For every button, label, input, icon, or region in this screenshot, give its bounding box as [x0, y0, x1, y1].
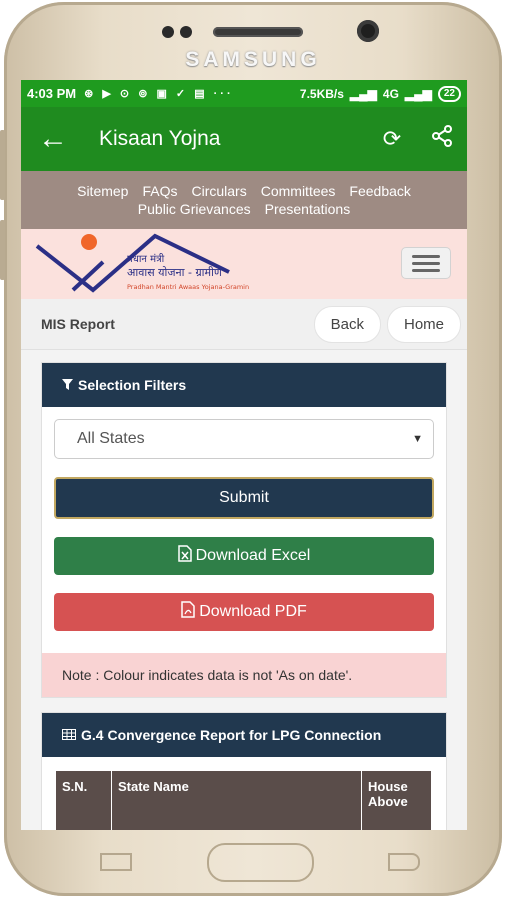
submit-button[interactable]: Submit [54, 477, 434, 519]
logo-text-hindi-2: आवास योजना - ग्रामीण [127, 266, 223, 279]
link-committees[interactable]: Committees [261, 183, 336, 199]
state-select-value: All States [77, 430, 145, 447]
volume-down-button [0, 220, 5, 280]
share-icon[interactable] [417, 125, 467, 153]
home-key[interactable] [207, 843, 314, 882]
report-header-label: G.4 Convergence Report for LPG Connectio… [81, 727, 382, 743]
pdf-file-icon [181, 601, 195, 623]
link-faqs[interactable]: FAQs [142, 183, 177, 199]
recent-apps-key[interactable] [100, 853, 132, 871]
back-arrow-icon[interactable]: ← [21, 124, 85, 154]
earpiece-speaker [213, 27, 303, 37]
download-excel-button[interactable]: Download Excel [54, 537, 434, 575]
network-speed: 7.5KB/s [299, 86, 344, 101]
back-key[interactable] [388, 853, 420, 871]
signal-icon: ▂▄▆ [349, 86, 377, 101]
signal-icon: ▂▄▆ [404, 86, 432, 101]
report-table-header: S.N. State Name House Above [56, 771, 432, 830]
refresh-icon[interactable]: ⟳ [367, 126, 417, 152]
notification-icons: ⊛ ▶ ⊙ ⊚ ▣ ✓ ▤ ··· [84, 88, 234, 100]
report-card: G.4 Convergence Report for LPG Connectio… [41, 712, 447, 830]
device-brand: SAMSUNG [185, 48, 321, 71]
filter-icon [62, 377, 73, 393]
network-type: 4G [382, 86, 399, 101]
status-bar: 4:03 PM ⊛ ▶ ⊙ ⊚ ▣ ✓ ▤ ··· 7.5KB/s ▂▄▆ 4G… [21, 80, 467, 107]
sensor-dot [162, 26, 174, 38]
table-icon [62, 727, 76, 743]
column-header: State Name [112, 771, 362, 830]
selection-filters-card: Selection Filters All States ▼ Submit Do… [41, 362, 447, 698]
battery-icon: 22 [437, 85, 461, 102]
download-pdf-button[interactable]: Download PDF [54, 593, 434, 631]
volume-button [0, 130, 5, 200]
link-presentations[interactable]: Presentations [265, 201, 351, 217]
download-excel-label: Download Excel [195, 547, 311, 564]
logo-text-english: Pradhan Mantri Awaas Yojana-Gramin [127, 283, 249, 291]
app-bar: ← Kisaan Yojna ⟳ [21, 107, 467, 171]
note-banner: Note : Colour indicates data is not 'As … [42, 653, 446, 697]
front-camera [357, 20, 379, 42]
link-circulars[interactable]: Circulars [191, 183, 246, 199]
column-header: House Above [362, 771, 432, 830]
phone-screen: 4:03 PM ⊛ ▶ ⊙ ⊚ ▣ ✓ ▤ ··· 7.5KB/s ▂▄▆ 4G… [21, 80, 467, 830]
link-feedback[interactable]: Feedback [349, 183, 410, 199]
logo-bar: प्रधान मंत्री आवास योजना - ग्रामीण Pradh… [21, 229, 467, 299]
home-button[interactable]: Home [386, 305, 461, 343]
pmay-logo: प्रधान मंत्री आवास योजना - ग्रामीण Pradh… [35, 233, 249, 293]
state-select[interactable]: All States ▼ [54, 419, 434, 459]
sensor-dot [180, 26, 192, 38]
download-pdf-label: Download PDF [199, 603, 307, 620]
caret-down-icon: ▼ [412, 433, 423, 445]
filters-header: Selection Filters [42, 363, 446, 407]
status-time: 4:03 PM [27, 86, 77, 101]
report-header: G.4 Convergence Report for LPG Connectio… [42, 713, 446, 757]
top-links-bar: Sitemep FAQs Circulars Committees Feedba… [21, 171, 467, 229]
app-title: Kisaan Yojna [99, 127, 221, 150]
column-header: S.N. [56, 771, 112, 830]
excel-file-icon [177, 545, 192, 567]
page-title: MIS Report [41, 316, 115, 332]
hamburger-menu-icon[interactable] [401, 247, 451, 279]
link-sitemap[interactable]: Sitemep [77, 183, 128, 199]
mis-report-row: MIS Report Back Home [21, 299, 467, 350]
logo-text-hindi-1: प्रधान मंत्री [127, 253, 165, 265]
link-public-grievances[interactable]: Public Grievances [138, 201, 251, 217]
filters-header-label: Selection Filters [78, 377, 187, 393]
back-button[interactable]: Back [313, 305, 381, 343]
